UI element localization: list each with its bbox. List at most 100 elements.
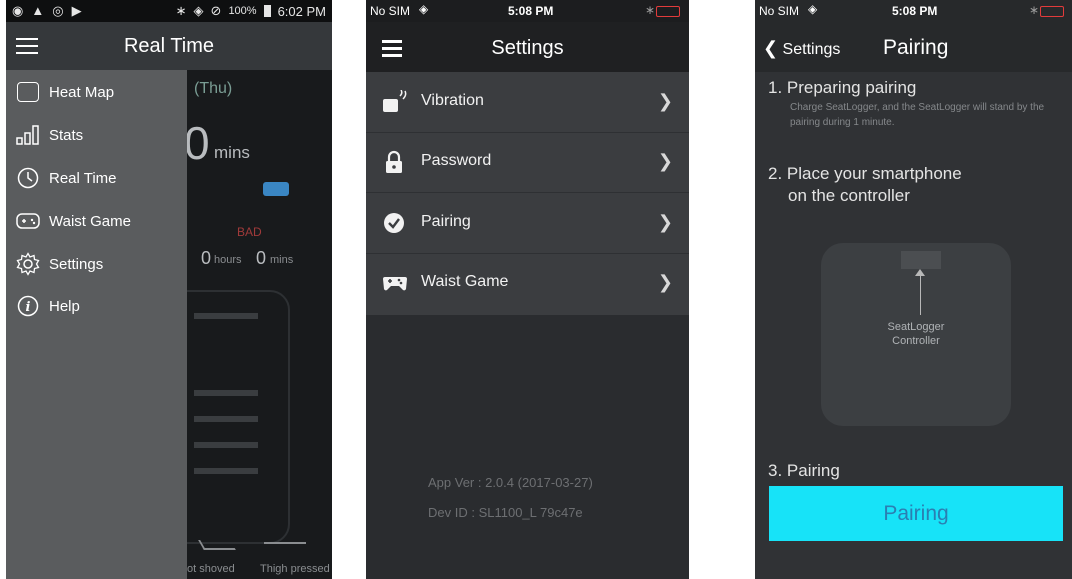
bluetooth-icon: ∗ (1029, 3, 1040, 17)
app-icon: ◎ (52, 3, 64, 18)
bluetooth-icon: ∗ (645, 3, 656, 17)
chevron-right-icon: ❯ (657, 212, 673, 232)
app-header: Settings (366, 22, 689, 72)
do-not-disturb-icon: ⊘ (210, 3, 222, 18)
settings-item-waist-game[interactable]: Waist Game ❯ (366, 253, 689, 313)
big-minutes-value: 0 (184, 117, 210, 169)
info-icon: i (15, 294, 41, 318)
drawer-item-label: Heat Map (49, 83, 115, 101)
drawer-item-help[interactable]: i Help (15, 291, 80, 321)
step-2-line-2: on the controller (788, 186, 910, 205)
notification-icon: ◉ (12, 3, 24, 18)
heat-map-icon (15, 80, 41, 104)
carrier-label: No SIM (370, 4, 411, 18)
step-2-line-1: 2. Place your smartphone (768, 164, 962, 183)
vibration-icon (382, 89, 407, 114)
wifi-icon: ◈ (193, 3, 204, 18)
foot-icon (198, 540, 236, 550)
device-id: Dev ID : SL1100_L 79c47e (428, 505, 583, 520)
battery-icon (1040, 6, 1064, 17)
settings-item-password[interactable]: Password ❯ (366, 132, 689, 192)
chevron-left-icon: ❮ (763, 38, 779, 58)
status-bar: No SIM ◈ 5:08 PM ∗ (366, 0, 689, 22)
app-header: ❮ Settings Pairing (755, 22, 1072, 72)
gear-icon (15, 252, 41, 276)
page-title: Pairing (883, 36, 949, 59)
carrier-label: No SIM (759, 4, 800, 18)
foot-label: ot shoved (187, 563, 235, 575)
android-icon: ▲ (31, 3, 45, 18)
settings-item-label: Password (421, 152, 492, 169)
pressure-bar (194, 390, 258, 396)
drawer-item-waist-game[interactable]: Waist Game (15, 206, 131, 236)
pressure-bar (194, 313, 258, 319)
app-version: App Ver : 2.0.4 (2017-03-27) (428, 475, 593, 490)
controller-notch (901, 251, 941, 269)
status-bar: No SIM ◈ 5:08 PM ∗ (755, 0, 1072, 22)
drawer-item-stats[interactable]: Stats (15, 120, 83, 150)
step-1-title: 1. Preparing pairing (768, 78, 917, 97)
step-3-title: 3. Pairing (768, 461, 840, 480)
hours-unit: hours (214, 254, 242, 266)
clock-icon (15, 166, 41, 190)
app-icon: ▶ (71, 3, 82, 18)
controller-illustration: SeatLogger Controller (821, 243, 1011, 426)
settings-screen: No SIM ◈ 5:08 PM ∗ Settings Vibration ❯ … (366, 0, 689, 579)
pressure-bar (194, 416, 258, 422)
lock-icon (382, 150, 406, 174)
page-title: Real Time (123, 35, 215, 57)
settings-item-label: Vibration (421, 92, 484, 109)
app-header: Real Time (6, 22, 332, 70)
status-time: 5:08 PM (892, 4, 938, 18)
settings-item-pairing[interactable]: Pairing ❯ (366, 193, 689, 253)
real-time-screen: ◉ ▲ ◎ ▶ ∗ ◈ ⊘ 100% 6:02 PM Real Time (Th… (6, 0, 332, 579)
chevron-right-icon: ❯ (657, 272, 673, 292)
settings-item-vibration[interactable]: Vibration ❯ (366, 72, 689, 132)
chevron-right-icon: ❯ (657, 151, 673, 171)
pairing-button[interactable]: Pairing (769, 486, 1063, 541)
wifi-icon: ◈ (808, 2, 818, 16)
status-time: 6:02 PM (277, 3, 326, 19)
check-circle-icon (382, 211, 406, 235)
day-label: (Thu) (194, 80, 233, 97)
settings-item-label: Waist Game (421, 273, 509, 290)
drawer-item-label: Stats (49, 126, 84, 144)
settings-list: Vibration ❯ Password ❯ Pairing ❯ Waist G… (366, 72, 689, 315)
hours-value: 0 (201, 248, 212, 268)
back-label: Settings (782, 41, 841, 58)
settings-item-label: Pairing (421, 213, 471, 230)
drawer-item-heat-map[interactable]: Heat Map (15, 77, 114, 107)
drawer-item-label: Settings (49, 255, 104, 273)
drawer-item-real-time[interactable]: Real Time (15, 163, 117, 193)
gamepad-icon (382, 271, 407, 295)
battery-percent: 100% (228, 5, 257, 17)
battery-indicator (263, 182, 289, 196)
mins-value: 0 (256, 248, 267, 268)
thigh-icon (264, 542, 306, 550)
pressure-bar (194, 468, 258, 474)
status-time: 5:08 PM (508, 4, 554, 18)
drawer-item-label: Waist Game (49, 212, 131, 230)
pairing-screen: No SIM ◈ 5:08 PM ∗ ❮ Settings Pairing 1.… (755, 0, 1072, 579)
battery-icon (263, 5, 271, 17)
bluetooth-icon: ∗ (175, 3, 187, 18)
mins-unit: mins (270, 254, 294, 266)
controller-label-wrap: SeatLogger Controller (821, 320, 1011, 348)
minutes-unit: mins (214, 143, 250, 162)
svg-text:i: i (26, 300, 31, 315)
notification-icons: ◉ ▲ ◎ ▶ (12, 3, 82, 19)
arrow-line (920, 273, 921, 315)
wifi-icon: ◈ (419, 2, 429, 16)
pressure-bar (194, 442, 258, 448)
controller-label-line-1: SeatLogger (887, 321, 945, 333)
battery-icon (656, 6, 680, 17)
drawer-item-label: Real Time (49, 169, 117, 187)
chevron-right-icon: ❯ (657, 91, 673, 111)
page-title: Settings (491, 37, 564, 59)
thigh-label: Thigh pressed (260, 563, 330, 575)
controller-label-line-2: Controller (892, 335, 940, 347)
drawer-item-settings[interactable]: Settings (15, 249, 103, 279)
gamepad-icon (15, 209, 41, 233)
back-button[interactable]: ❮ Settings (763, 38, 840, 59)
posture-status: BAD (237, 225, 262, 239)
